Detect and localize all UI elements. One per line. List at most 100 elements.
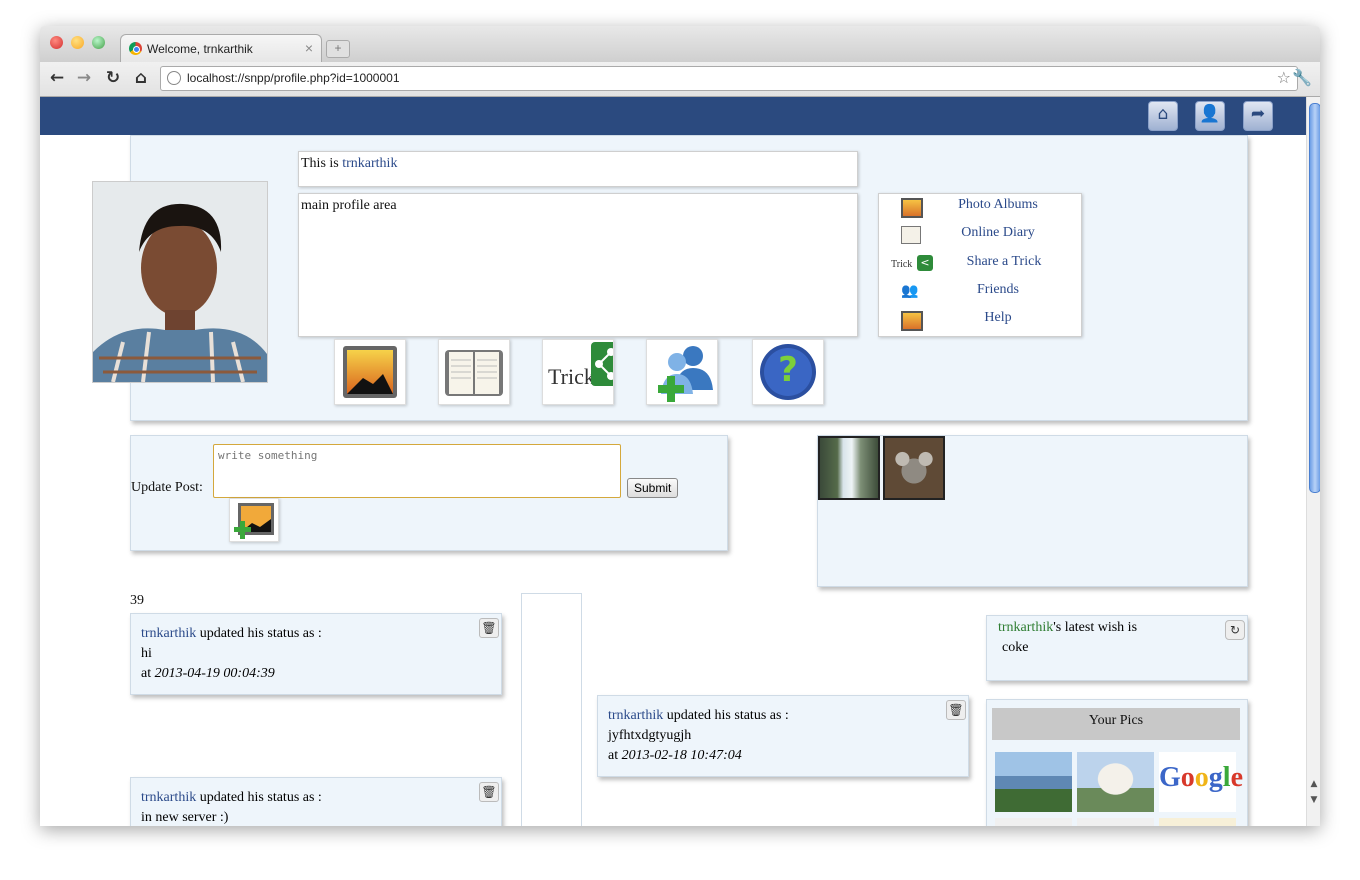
menu-online-diary[interactable]: Online Diary <box>879 222 1079 246</box>
status-verb: updated his status as : <box>196 626 322 641</box>
thumbnail-partial[interactable] <box>1077 818 1154 826</box>
browser-window: Welcome, trnkarthik × + ← → ↻ ⌂ localhos… <box>40 26 1320 826</box>
status-verb: updated his status as : <box>196 790 322 805</box>
intro-prefix: This is <box>301 156 343 171</box>
status-card: trnkarthik updated his status as : jyfht… <box>597 695 969 777</box>
google-logo: Google <box>1159 762 1243 793</box>
your-pics-panel: Your Pics Google <box>986 699 1248 826</box>
lake-thumbnail[interactable] <box>995 752 1072 812</box>
wrench-menu-icon[interactable]: 🔧 <box>1292 68 1312 87</box>
help-question-glyph: ? <box>778 350 798 390</box>
trick-prefix: Trick <box>891 259 913 270</box>
help-big-icon[interactable]: ? <box>752 339 824 405</box>
diary-icon <box>901 226 921 244</box>
close-window-button[interactable] <box>50 36 63 49</box>
main-profile-box: main profile area <box>298 193 858 337</box>
google-thumbnail[interactable]: Google <box>1159 752 1243 812</box>
status-time: 2013-02-18 10:47:04 <box>621 748 742 763</box>
friends-icon: 👥 <box>901 283 919 299</box>
bookmark-star-icon[interactable]: ☆ <box>1277 68 1291 87</box>
share-trick-big-icon[interactable]: Trick <box>542 339 614 405</box>
thumbnail-partial[interactable] <box>995 818 1072 826</box>
status-card: trnkarthik updated his status as : in ne… <box>130 777 502 826</box>
middle-column-box <box>521 593 582 826</box>
site-header: ⌂ 👤 ➦ <box>40 97 1306 135</box>
friends-big-icon[interactable] <box>646 339 718 405</box>
logout-nav-icon[interactable]: ➦ <box>1243 101 1273 131</box>
status-time-line: at 2013-02-18 10:47:04 <box>608 746 742 766</box>
url-text: localhost://snpp/profile.php?id=1000001 <box>187 71 400 85</box>
title-bar: Welcome, trnkarthik × + <box>40 26 1320 63</box>
profile-username-link[interactable]: trnkarthik <box>342 156 397 171</box>
photo-albums-big-icon[interactable] <box>334 339 406 405</box>
thumbnail-partial[interactable] <box>1159 818 1236 826</box>
photo-icon <box>901 198 923 218</box>
add-photo-icon[interactable] <box>229 498 279 542</box>
wish-card: trnkarthik's latest wish is coke ↻ <box>986 615 1248 681</box>
taj-mahal-thumbnail[interactable] <box>1077 752 1154 812</box>
minimize-window-button[interactable] <box>71 36 84 49</box>
status-header: trnkarthik updated his status as : <box>141 788 322 808</box>
forward-icon[interactable]: → <box>73 67 95 89</box>
post-textarea[interactable] <box>213 444 621 498</box>
status-user-link[interactable]: trnkarthik <box>608 708 663 723</box>
photo-icon <box>901 311 923 331</box>
post-count: 39 <box>130 593 144 608</box>
tab-close-icon[interactable]: × <box>305 40 313 56</box>
zoom-window-button[interactable] <box>92 36 105 49</box>
status-at: at <box>141 666 155 681</box>
tab-title: Welcome, trnkarthik <box>147 42 253 56</box>
scroll-up-arrow[interactable]: ▲ <box>1307 777 1320 791</box>
intro-line: This is trnkarthik <box>301 156 397 172</box>
tab-active[interactable]: Welcome, trnkarthik × <box>120 34 322 63</box>
status-text: jyfhtxdgtyugjh <box>608 728 692 743</box>
scroll-down-arrow[interactable]: ▼ <box>1307 793 1320 807</box>
status-header: trnkarthik updated his status as : <box>608 706 789 726</box>
page-viewport: ⌂ 👤 ➦ This is trnkarthik main profile ar… <box>40 97 1320 826</box>
wish-text: coke <box>1002 640 1029 655</box>
browser-toolbar: ← → ↻ ⌂ localhost://snpp/profile.php?id=… <box>40 62 1320 97</box>
menu-friends[interactable]: 👥 Friends <box>879 279 1079 303</box>
status-time: 2013-04-19 00:04:39 <box>154 666 275 681</box>
status-header: trnkarthik updated his status as : <box>141 624 322 644</box>
trash-icon[interactable]: 🗑 <box>479 782 499 802</box>
status-time-line: at 2013-04-19 00:04:39 <box>141 664 275 684</box>
trash-icon[interactable]: 🗑 <box>479 618 499 638</box>
profile-menu: Photo Albums Online Diary Trick < Share … <box>878 193 1082 337</box>
chrome-favicon-icon <box>129 42 142 55</box>
update-post-panel: Update Post: Submit <box>130 435 728 551</box>
profile-nav-icon[interactable]: 👤 <box>1195 101 1225 131</box>
diary-big-icon[interactable] <box>438 339 510 405</box>
menu-share-trick[interactable]: Trick < Share a Trick <box>879 251 1079 275</box>
menu-help[interactable]: Help <box>879 307 1079 331</box>
scrollbar-thumb[interactable] <box>1309 103 1320 493</box>
koala-thumbnail[interactable] <box>883 436 945 500</box>
main-profile-text: main profile area <box>301 198 397 213</box>
recent-photos-panel <box>817 435 1248 587</box>
update-post-label: Update Post: <box>131 480 203 495</box>
trash-icon[interactable]: 🗑 <box>946 700 966 720</box>
waterfall-thumbnail[interactable] <box>818 436 880 500</box>
refresh-icon[interactable]: ↻ <box>1225 620 1245 640</box>
status-text: hi <box>141 646 152 661</box>
menu-photo-albums[interactable]: Photo Albums <box>879 194 1079 218</box>
status-card: trnkarthik updated his status as : hi at… <box>130 613 502 695</box>
reload-icon[interactable]: ↻ <box>102 67 124 89</box>
wish-user-link[interactable]: trnkarthik <box>998 620 1053 635</box>
menu-label: Help <box>984 310 1012 325</box>
globe-icon <box>167 71 181 85</box>
your-pics-title: Your Pics <box>992 708 1240 740</box>
status-user-link[interactable]: trnkarthik <box>141 626 196 641</box>
home-icon[interactable]: ⌂ <box>130 67 152 89</box>
page-scrollbar[interactable]: ▲ ▼ <box>1306 97 1320 826</box>
status-at: at <box>608 748 622 763</box>
status-user-link[interactable]: trnkarthik <box>141 790 196 805</box>
back-icon[interactable]: ← <box>46 67 68 89</box>
wish-header: trnkarthik's latest wish is <box>998 618 1137 638</box>
profile-photo <box>92 181 268 383</box>
address-bar[interactable]: localhost://snpp/profile.php?id=1000001 … <box>160 66 1298 91</box>
home-nav-icon[interactable]: ⌂ <box>1148 101 1178 131</box>
profile-photo-image <box>93 182 267 382</box>
new-tab-button[interactable]: + <box>326 40 350 58</box>
submit-button[interactable]: Submit <box>627 478 679 498</box>
